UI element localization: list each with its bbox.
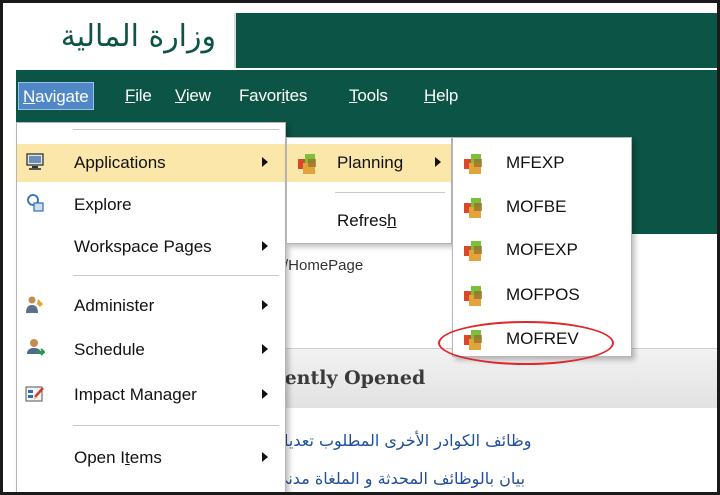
monitor-icon bbox=[26, 153, 44, 170]
recent-link[interactable]: وظائف الكوادر الأخرى المطلوب تعديله bbox=[275, 431, 531, 450]
menu-item-planning[interactable]: Planning bbox=[287, 144, 451, 182]
submenu-arrow-icon bbox=[435, 157, 441, 167]
breadcrumb-path: /HomePage bbox=[284, 257, 364, 274]
app-item-mofexp[interactable]: MOFEXP bbox=[453, 231, 631, 269]
explore-icon bbox=[27, 194, 44, 212]
menu-item-workspace-pages[interactable]: Workspace Pages bbox=[17, 228, 285, 266]
recent-link[interactable]: بيان بالوظائف المحدثة و الملغاة مدني bbox=[275, 469, 525, 488]
menu-item-schedule[interactable]: Schedule bbox=[17, 331, 285, 369]
menu-item-refresh[interactable]: Refresh bbox=[287, 202, 451, 240]
menu-view[interactable]: View bbox=[172, 82, 214, 110]
menu-help[interactable]: Help bbox=[421, 82, 461, 110]
submenu-arrow-icon bbox=[262, 300, 268, 310]
logo-box: وزارة المالية bbox=[16, 13, 236, 68]
admin-icon bbox=[26, 296, 43, 313]
menu-file[interactable]: File bbox=[122, 82, 155, 110]
menu-navigate[interactable]: Navigate bbox=[18, 82, 94, 110]
menu-separator bbox=[73, 425, 279, 426]
submenu-arrow-icon bbox=[262, 452, 268, 462]
planning-cube-icon bbox=[464, 154, 482, 174]
planning-cube-icon bbox=[298, 154, 316, 174]
app-item-mofbe[interactable]: MOFBE bbox=[453, 188, 631, 226]
submenu-arrow-icon bbox=[262, 344, 268, 354]
submenu-arrow-icon bbox=[262, 157, 268, 167]
impact-manager-icon bbox=[25, 386, 44, 402]
app-header: وزارة المالية bbox=[16, 13, 717, 68]
submenu-arrow-icon bbox=[262, 389, 268, 399]
menu-tools[interactable]: Tools bbox=[346, 82, 391, 110]
ministry-logo-text: وزارة المالية bbox=[60, 19, 216, 54]
menu-item-impact-manager[interactable]: Impact Manager bbox=[17, 376, 285, 414]
menu-item-explore[interactable]: Explore bbox=[17, 186, 285, 224]
planning-cube-icon bbox=[464, 286, 482, 306]
menu-item-applications[interactable]: Applications bbox=[17, 144, 285, 182]
navigate-dropdown: Applications Explore Workspace Pages Adm… bbox=[16, 122, 286, 492]
planning-cube-icon bbox=[464, 198, 482, 218]
menu-item-administer[interactable]: Administer bbox=[17, 287, 285, 325]
schedule-icon bbox=[27, 339, 45, 356]
menu-separator bbox=[73, 129, 279, 130]
menu-item-open-items[interactable]: Open Items bbox=[17, 439, 285, 477]
menu-separator bbox=[335, 192, 445, 193]
recently-opened-heading: cently Opened bbox=[273, 367, 426, 389]
open-items-label: Open Items bbox=[74, 448, 162, 467]
menu-bar: Navigate File View Favorites Tools Help bbox=[16, 70, 717, 122]
window-frame: وزارة المالية Navigate File View Favorit… bbox=[0, 0, 720, 495]
applications-submenu: Planning Refresh bbox=[286, 137, 452, 244]
submenu-arrow-icon bbox=[262, 241, 268, 251]
menu-favorites[interactable]: Favorites bbox=[236, 82, 310, 110]
app-item-mofpos[interactable]: MOFPOS bbox=[453, 276, 631, 314]
app-item-mfexp[interactable]: MFEXP bbox=[453, 144, 631, 182]
annotation-circle bbox=[438, 321, 614, 365]
planning-cube-icon bbox=[464, 241, 482, 261]
menu-separator bbox=[73, 275, 279, 276]
